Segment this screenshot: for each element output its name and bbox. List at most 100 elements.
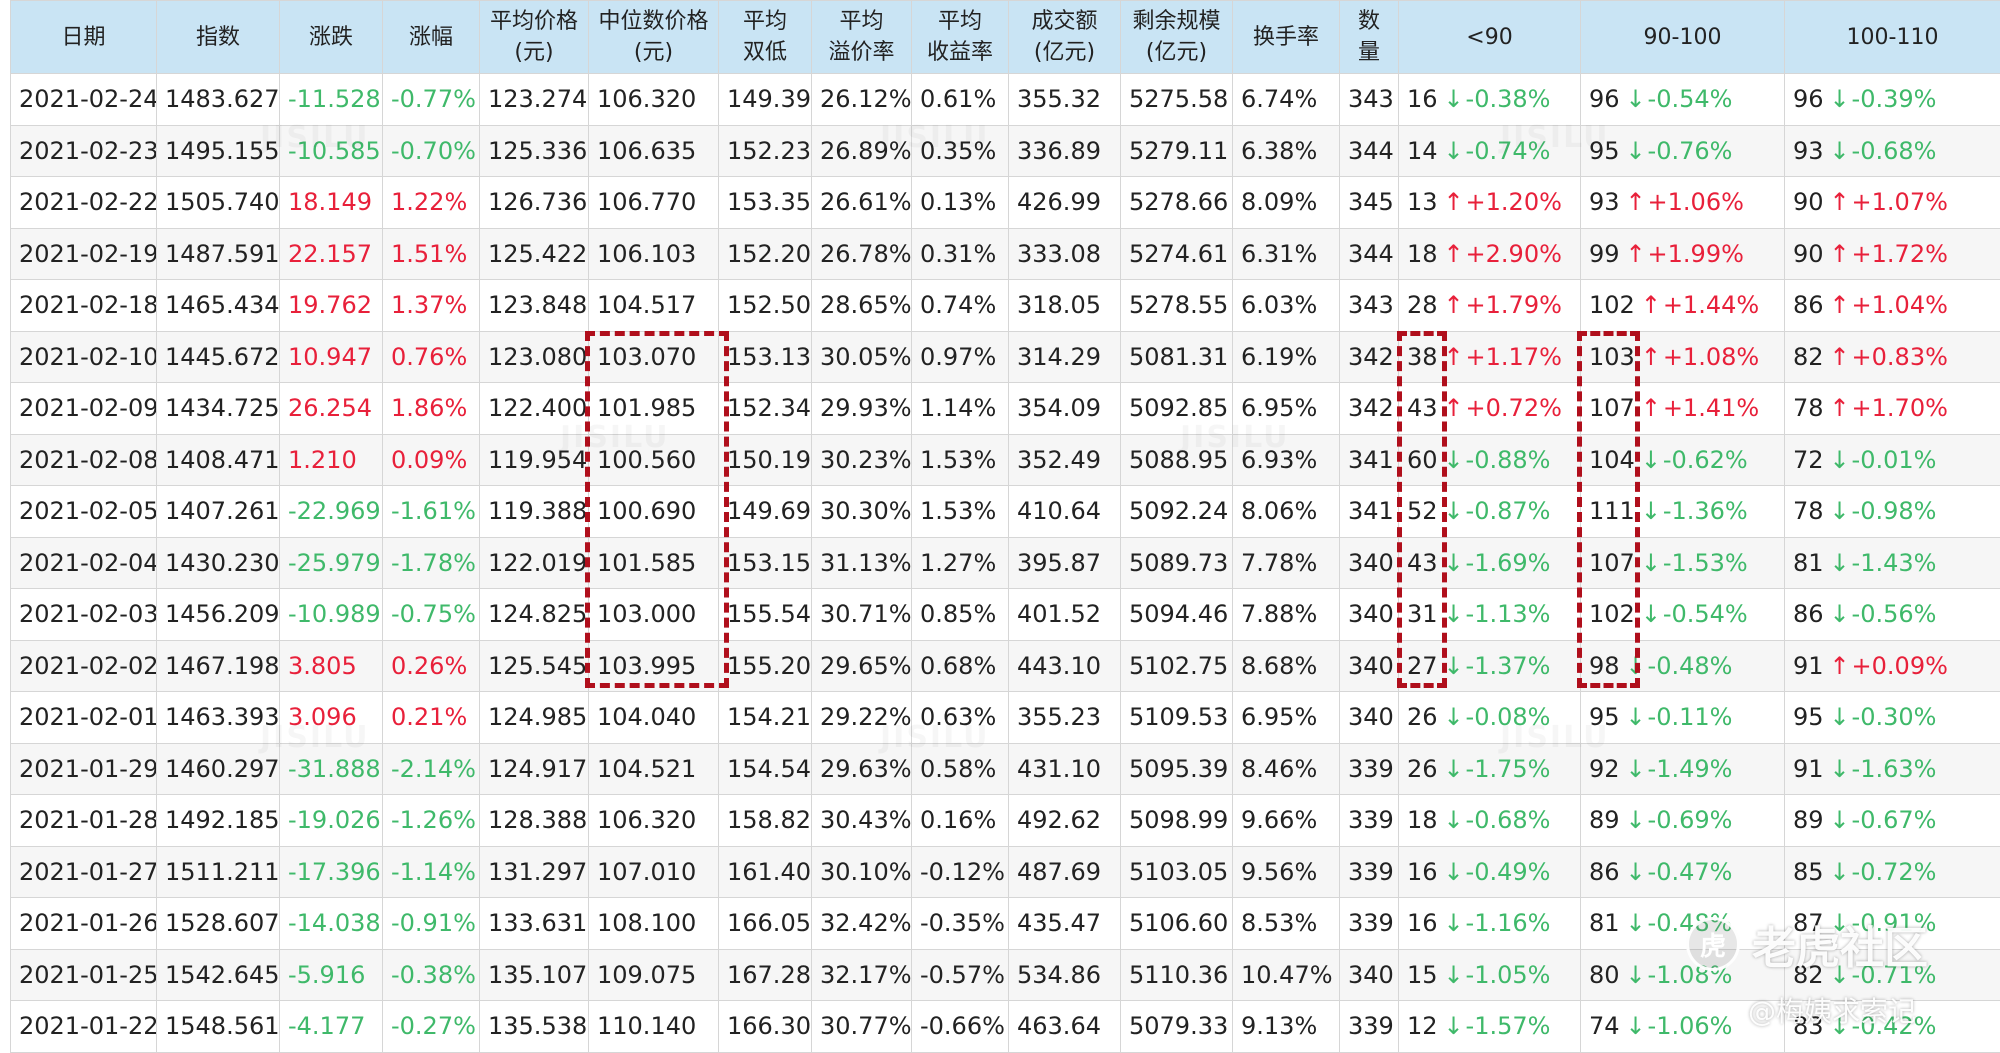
column-header[interactable]: 平均 溢价率: [811, 0, 912, 74]
table-row[interactable]: 2021-02-10 1445.672 10.947 0.76% 123.080 103.…: [10, 330, 2000, 383]
column-header[interactable]: 平均价格 (元): [479, 0, 589, 74]
cell-avg-yield: -0.57%: [911, 948, 1009, 1001]
table-row[interactable]: 2021-02-02 1467.198 3.805 0.26% 125.545 103.9…: [10, 639, 2000, 692]
column-header[interactable]: 涨跌: [279, 0, 383, 74]
cell-count: 342: [1339, 330, 1399, 383]
table-row[interactable]: 2021-02-22 1505.740 18.149 1.22% 126.736 106.…: [10, 176, 2000, 229]
cell-index: 1505.740: [156, 176, 280, 229]
column-header[interactable]: 数量: [1339, 0, 1399, 74]
arrow-down-icon: ↓: [1625, 703, 1646, 732]
cell-remaining: 5109.53: [1120, 691, 1233, 744]
table-row[interactable]: 2021-02-18 1465.434 19.762 1.37% 123.848 104.…: [10, 279, 2000, 332]
cell-avg-price: 133.631: [479, 897, 589, 950]
table-row[interactable]: 2021-02-04 1430.230 -25.979 -1.78% 122.019 10…: [10, 536, 2000, 589]
column-header[interactable]: 剩余规模 (亿元): [1120, 0, 1233, 74]
bucket-count: 99: [1589, 239, 1620, 268]
table-row[interactable]: 2021-01-29 1460.297 -31.888 -2.14% 124.917 10…: [10, 742, 2000, 795]
table-row[interactable]: 2021-02-23 1495.155 -10.585 -0.70% 125.336 10…: [10, 124, 2000, 177]
cell-bucket-b90: 43 ↑+0.72%: [1398, 382, 1581, 435]
bucket-change-pct: +1.72%: [1851, 239, 1948, 268]
cell-avg-double-low: 153.13: [718, 330, 812, 383]
cell-turnover-amt: 435.47: [1008, 897, 1121, 950]
cell-date: 2021-02-23: [10, 124, 157, 177]
arrow-up-icon: ↑: [1829, 342, 1850, 371]
column-header[interactable]: 指数: [156, 0, 280, 74]
cell-bucket-b90: 13 ↑+1.20%: [1398, 176, 1581, 229]
bucket-change-pct: +0.09%: [1851, 651, 1948, 680]
cell-median-price: 100.690: [588, 485, 719, 538]
cell-avg-premium: 29.65%: [811, 639, 912, 692]
arrow-down-icon: ↓: [1443, 1012, 1464, 1041]
arrow-down-icon: ↓: [1829, 600, 1850, 629]
bucket-count: 72: [1793, 445, 1824, 474]
arrow-down-icon: ↓: [1443, 548, 1464, 577]
column-header-line2: (元): [514, 40, 554, 65]
cell-avg-premium: 26.12%: [811, 73, 912, 126]
arrow-down-icon: ↓: [1443, 497, 1464, 526]
cell-avg-premium: 29.63%: [811, 742, 912, 795]
arrow-down-icon: ↓: [1640, 600, 1661, 629]
column-header-line1: 平均: [742, 9, 787, 34]
bucket-count: 103: [1589, 342, 1635, 371]
column-header[interactable]: 中位数价格 (元): [588, 0, 719, 74]
cell-avg-price: 124.985: [479, 691, 589, 744]
cell-avg-yield: -0.35%: [911, 897, 1009, 950]
table-row[interactable]: 2021-02-24 1483.627 -11.528 -0.77% 123.274 10…: [10, 73, 2000, 126]
cell-avg-double-low: 152.34: [718, 382, 812, 435]
table-row[interactable]: 2021-02-09 1434.725 26.254 1.86% 122.400 101.…: [10, 382, 2000, 435]
bucket-count: 90: [1793, 239, 1824, 268]
cell-index: 1487.591: [156, 227, 280, 280]
table-row[interactable]: 2021-02-08 1408.471 1.210 0.09% 119.954 100.5…: [10, 433, 2000, 486]
table-row[interactable]: 2021-02-01 1463.393 3.096 0.21% 124.985 104.0…: [10, 691, 2000, 744]
table-row[interactable]: 2021-02-19 1487.591 22.157 1.51% 125.422 106.…: [10, 227, 2000, 280]
bucket-count: 27: [1407, 651, 1438, 680]
cell-count: 339: [1339, 845, 1399, 898]
column-header[interactable]: 换手率: [1232, 0, 1340, 74]
table-row[interactable]: 2021-01-27 1511.211 -17.396 -1.14% 131.297 10…: [10, 845, 2000, 898]
table-row[interactable]: 2021-01-26 1528.607 -14.038 -0.91% 133.631 10…: [10, 897, 2000, 950]
bucket-count: 91: [1793, 754, 1824, 783]
bucket-count: 86: [1589, 857, 1620, 886]
cell-date: 2021-02-03: [10, 588, 157, 641]
arrow-down-icon: ↓: [1625, 136, 1646, 165]
cell-median-price: 108.100: [588, 897, 719, 950]
cell-bucket-b90-100: 93 ↑+1.06%: [1580, 176, 1785, 229]
bucket-change-pct: +1.44%: [1662, 291, 1760, 320]
cell-count: 343: [1339, 73, 1399, 126]
cell-bucket-b90-100: 104 ↓-0.62%: [1580, 433, 1785, 486]
column-header[interactable]: 100-110: [1784, 0, 2000, 74]
column-header[interactable]: <90: [1398, 0, 1581, 74]
cell-bucket-b90: 18 ↓-0.68%: [1398, 794, 1581, 847]
cell-turnover-amt: 318.05: [1008, 279, 1121, 332]
cell-turnover-amt: 431.10: [1008, 742, 1121, 795]
column-header[interactable]: 平均 收益率: [911, 0, 1009, 74]
table-row[interactable]: 2021-02-05 1407.261 -22.969 -1.61% 119.388 10…: [10, 485, 2000, 538]
cell-turnover-amt: 355.32: [1008, 73, 1121, 126]
table-row[interactable]: 2021-02-03 1456.209 -10.989 -0.75% 124.825 10…: [10, 588, 2000, 641]
arrow-down-icon: ↓: [1625, 754, 1646, 783]
cell-date: 2021-02-05: [10, 485, 157, 538]
table-row[interactable]: 2021-01-25 1542.645 -5.916 -0.38% 135.107 109…: [10, 948, 2000, 1001]
cell-avg-price: 122.019: [479, 536, 589, 589]
column-header[interactable]: 成交额 (亿元): [1008, 0, 1121, 74]
column-header[interactable]: 平均 双低: [718, 0, 812, 74]
arrow-down-icon: ↓: [1829, 806, 1850, 835]
bucket-count: 89: [1589, 806, 1620, 835]
table-row[interactable]: 2021-01-28 1492.185 -19.026 -1.26% 128.388 10…: [10, 794, 2000, 847]
cell-remaining: 5110.36: [1120, 948, 1233, 1001]
cell-bucket-b100-110: 93 ↓-0.68%: [1784, 124, 2000, 177]
cell-date: 2021-02-22: [10, 176, 157, 229]
bucket-count: 98: [1589, 651, 1620, 680]
cell-bucket-b90-100: 99 ↑+1.99%: [1580, 227, 1785, 280]
cell-turnover-amt: 395.87: [1008, 536, 1121, 589]
cell-turnover-amt: 443.10: [1008, 639, 1121, 692]
cell-bucket-b100-110: 72 ↓-0.01%: [1784, 433, 2000, 486]
column-header[interactable]: 90-100: [1580, 0, 1785, 74]
column-header[interactable]: 涨幅: [382, 0, 480, 74]
bucket-change-pct: -0.71%: [1851, 960, 1937, 989]
column-header[interactable]: 日期: [10, 0, 157, 74]
table-row[interactable]: 2021-01-22 1548.561 -4.177 -0.27% 135.538 110…: [10, 1000, 2000, 1053]
cell-date: 2021-02-10: [10, 330, 157, 383]
cell-bucket-b90: 52 ↓-0.87%: [1398, 485, 1581, 538]
column-header-line1: <90: [1466, 24, 1513, 50]
